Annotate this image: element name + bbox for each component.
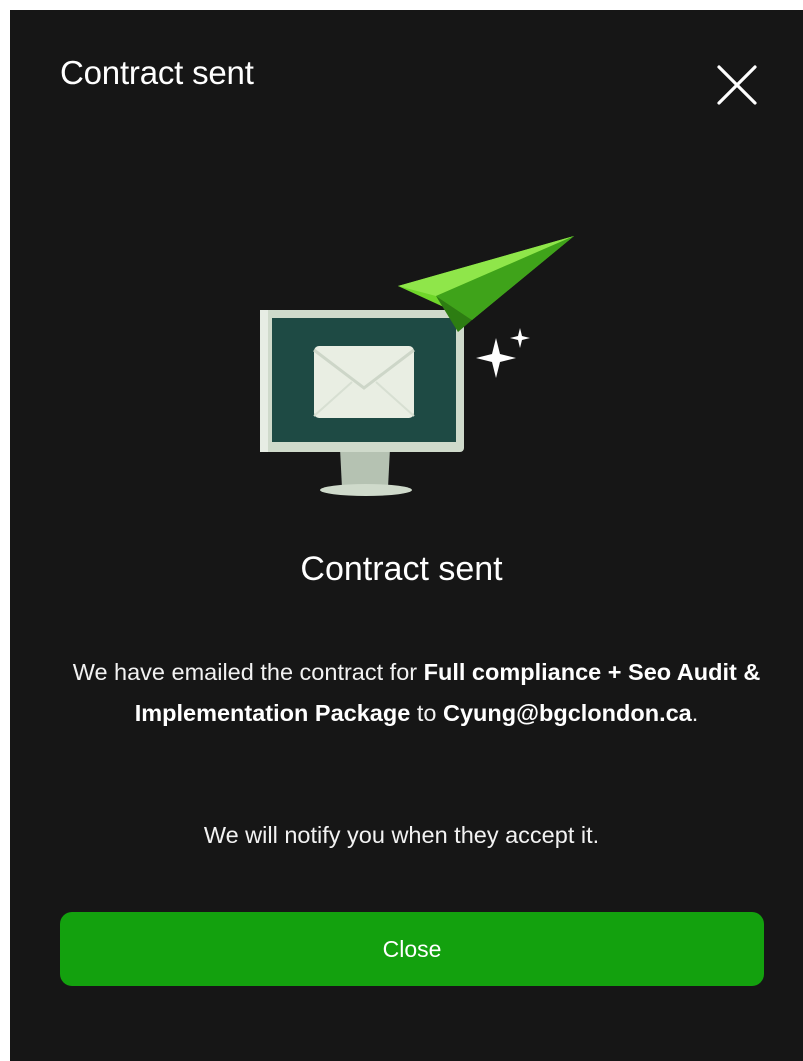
message-middle: to bbox=[410, 699, 443, 726]
computer-email-paper-plane-icon bbox=[240, 220, 580, 510]
notify-text: We will notify you when they accept it. bbox=[203, 822, 600, 848]
modal-header-title: Contract sent bbox=[60, 54, 254, 91]
message-prefix: We have emailed the contract for bbox=[72, 659, 424, 685]
close-icon[interactable] bbox=[712, 60, 762, 110]
recipient-email: Cyung@bgclondon.ca bbox=[442, 699, 692, 726]
contract-message: We have emailed the contract for Full co… bbox=[60, 652, 773, 733]
contract-sent-modal: Contract sent Contract sent We have emai… bbox=[10, 10, 803, 1061]
message-suffix: . bbox=[691, 699, 699, 726]
close-button[interactable]: Close bbox=[60, 912, 764, 986]
modal-body-title: Contract sent bbox=[300, 550, 503, 588]
